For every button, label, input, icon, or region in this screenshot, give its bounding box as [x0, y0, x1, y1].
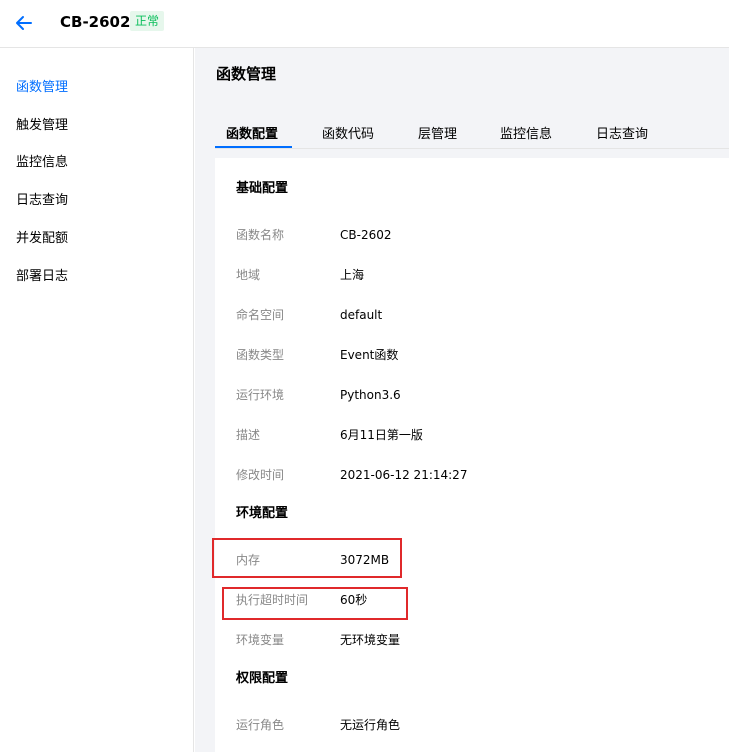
- field-value: CB-2602: [340, 228, 392, 242]
- field-label: 命名空间: [236, 308, 285, 322]
- sidebar: 函数管理 触发管理 监控信息 日志查询 并发配额 部署日志: [0, 48, 194, 752]
- tab-log-query[interactable]: 日志查询: [596, 126, 648, 144]
- field-value: default: [340, 308, 383, 322]
- section-title-permission: 权限配置: [236, 671, 289, 686]
- field-value: 无环境变量: [340, 633, 401, 647]
- field-value: 60秒: [340, 593, 368, 607]
- field-value: 上海: [340, 268, 365, 282]
- sidebar-item-concurrency-quota[interactable]: 并发配额: [16, 230, 68, 248]
- field-label: 内存: [236, 553, 261, 567]
- field-value: Event函数: [340, 348, 399, 362]
- field-label: 函数类型: [236, 348, 285, 362]
- field-value: Python3.6: [340, 388, 401, 402]
- function-title: CB-2602: [60, 13, 131, 31]
- field-label: 执行超时时间: [236, 593, 309, 607]
- status-badge: 正常: [130, 11, 165, 31]
- tab-function-config[interactable]: 函数配置: [226, 126, 278, 144]
- tab-monitoring[interactable]: 监控信息: [500, 126, 552, 144]
- sidebar-item-trigger-management[interactable]: 触发管理: [16, 117, 68, 135]
- field-label: 描述: [236, 428, 261, 442]
- tab-function-code[interactable]: 函数代码: [322, 126, 374, 144]
- back-arrow-icon[interactable]: [14, 13, 34, 33]
- field-label: 地域: [236, 268, 261, 282]
- section-title-basic: 基础配置: [236, 181, 289, 196]
- config-card: 基础配置 函数名称 CB-2602 地域 上海 命名空间 default 函数类…: [212, 158, 729, 752]
- field-value: 3072MB: [340, 553, 390, 567]
- sidebar-item-monitoring[interactable]: 监控信息: [16, 154, 68, 172]
- sidebar-item-deploy-log[interactable]: 部署日志: [16, 268, 68, 286]
- field-value: 6月11日第一版: [340, 428, 423, 442]
- field-value: 无运行角色: [340, 718, 401, 732]
- sidebar-item-log-query[interactable]: 日志查询: [16, 192, 68, 210]
- field-value: 2021-06-12 21:14:27: [340, 468, 468, 482]
- tab-layer-management[interactable]: 层管理: [418, 126, 457, 144]
- tabs-divider: [215, 148, 729, 149]
- page-title: 函数管理: [216, 65, 277, 83]
- field-label: 运行环境: [236, 388, 285, 402]
- field-label: 环境变量: [236, 633, 285, 647]
- section-title-env: 环境配置: [236, 506, 289, 521]
- field-label: 函数名称: [236, 228, 285, 242]
- top-bar: CB-2602 正常: [0, 0, 729, 48]
- field-label: 修改时间: [236, 468, 285, 482]
- field-label: 运行角色: [236, 718, 285, 732]
- active-tab-indicator: [215, 146, 292, 148]
- sidebar-item-function-management[interactable]: 函数管理: [16, 79, 68, 97]
- main-content: 函数管理 函数配置 函数代码 层管理 监控信息 日志查询 基础配置 函数名称 C…: [195, 48, 729, 752]
